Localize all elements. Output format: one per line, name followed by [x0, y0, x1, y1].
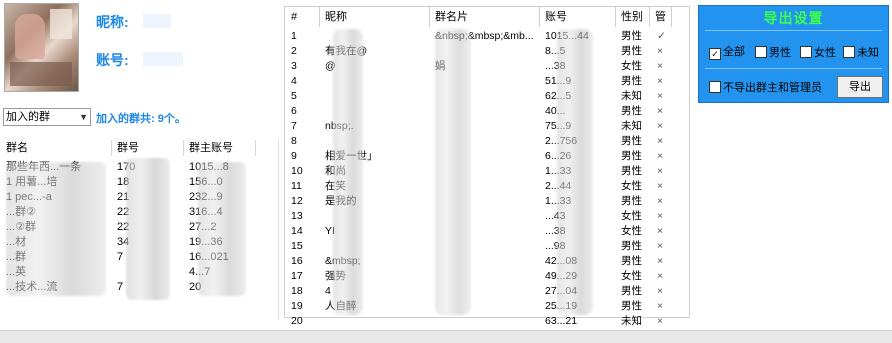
member-i-cell: 10 — [291, 165, 303, 177]
group-type-select[interactable]: 加入的群 ▼ — [3, 108, 91, 126]
member-i-cell: 18 — [291, 285, 303, 297]
nickname-label: 昵称: — [96, 14, 129, 30]
member-admin-cell: ✓ — [657, 30, 666, 42]
member-i-cell: 11 — [291, 180, 302, 192]
member-sex-cell: 男性 — [621, 300, 642, 312]
group-table[interactable]: 群名 群号 群主账号 那些年西...一条1701015...81 用薯...培1… — [0, 140, 279, 320]
member-acct-cell: 63...21 — [545, 315, 578, 327]
member-i-cell: 7 — [291, 120, 297, 132]
member-sex-cell: 男性 — [621, 105, 642, 117]
status-bar — [0, 330, 892, 343]
member-i-cell: 19 — [291, 300, 303, 312]
avatar — [4, 3, 79, 92]
member-admin-cell: × — [657, 75, 664, 87]
member-i-cell: 16 — [291, 255, 303, 267]
chevron-down-icon: ▼ — [79, 112, 88, 122]
member-sex-cell: 男性 — [621, 30, 642, 42]
member-sex-cell: 女性 — [621, 210, 642, 222]
member-sex-cell: 女性 — [621, 60, 642, 72]
member-admin-cell: × — [657, 165, 664, 177]
export-settings-panel: 导出设置 ✓ 全部 男性 女性 未知 不导出群主和管理员 导出 — [698, 5, 889, 103]
member-admin-cell: × — [657, 135, 664, 147]
member-admin-cell: × — [657, 240, 664, 252]
member-sex-cell: 女性 — [621, 270, 642, 282]
member-sex-cell: 男性 — [621, 45, 642, 57]
group-count-text: 加入的群共: 9个。 — [96, 113, 186, 125]
account-label: 账号: — [96, 52, 129, 68]
member-table[interactable]: # 昵称 群名片 账号 性别 管 1&nbsp;&mbsp;&mb...1015… — [284, 6, 690, 327]
member-admin-cell: × — [657, 90, 664, 102]
export-button[interactable]: 导出 — [837, 76, 883, 98]
member-table-header-account[interactable]: 账号 — [545, 7, 567, 27]
member-table-header-admin[interactable]: 管 — [655, 7, 666, 27]
group-table-header-number[interactable]: 群号 — [117, 140, 139, 156]
member-i-cell: 17 — [291, 270, 303, 282]
member-i-cell: 2 — [291, 45, 297, 57]
exclude-admins-checkbox[interactable]: 不导出群主和管理员 — [709, 81, 822, 95]
member-table-header-index[interactable]: # — [291, 7, 297, 27]
member-table-header-nickname[interactable]: 昵称 — [325, 7, 347, 27]
member-sex-cell: 未知 — [621, 315, 642, 327]
member-sex-cell: 男性 — [621, 165, 642, 177]
member-admin-cell: × — [657, 120, 664, 132]
blur-mask — [333, 29, 363, 315]
member-sex-cell: 男性 — [621, 195, 642, 207]
member-admin-cell: × — [657, 60, 664, 72]
filter-female-checkbox[interactable]: 女性 — [800, 46, 836, 60]
member-admin-cell: × — [657, 300, 664, 312]
member-i-cell: 12 — [291, 195, 303, 207]
member-sex-cell: 男性 — [621, 240, 642, 252]
member-i-cell: 13 — [291, 210, 303, 222]
blur-mask — [557, 29, 593, 315]
member-admin-cell: × — [657, 105, 664, 117]
member-i-cell: 9 — [291, 150, 297, 162]
nickname-value — [143, 14, 171, 28]
group-type-select-value: 加入的群 — [6, 111, 50, 123]
filter-unknown-checkbox[interactable]: 未知 — [843, 46, 879, 60]
group-table-header-name[interactable]: 群名 — [6, 140, 28, 156]
member-sex-cell: 女性 — [621, 225, 642, 237]
blur-mask — [198, 162, 246, 296]
member-i-cell: 4 — [291, 75, 297, 87]
member-table-header-sex[interactable]: 性别 — [621, 7, 643, 27]
member-sex-cell: 男性 — [621, 150, 642, 162]
member-sex-cell: 未知 — [621, 120, 642, 132]
blur-mask — [126, 158, 170, 300]
member-i-cell: 20 — [291, 315, 303, 327]
table-row[interactable]: 20 63...21 未知 × — [285, 314, 689, 329]
member-sex-cell: 男性 — [621, 255, 642, 267]
account-value — [143, 52, 183, 66]
member-admin-cell: × — [657, 255, 664, 267]
member-admin-cell: × — [657, 225, 664, 237]
member-sex-cell: 未知 — [621, 90, 642, 102]
export-settings-title: 导出设置 — [763, 10, 824, 26]
member-admin-cell: × — [657, 285, 664, 297]
member-table-header-card[interactable]: 群名片 — [435, 7, 468, 27]
member-sex-cell: 男性 — [621, 75, 642, 87]
member-i-cell: 8 — [291, 135, 297, 147]
member-admin-cell: × — [657, 150, 664, 162]
member-i-cell: 5 — [291, 90, 297, 102]
checkbox-checked-icon: ✓ — [709, 48, 721, 60]
member-i-cell: 14 — [291, 225, 303, 237]
member-admin-cell: × — [657, 270, 664, 282]
filter-all-checkbox[interactable]: ✓ 全部 — [709, 46, 745, 60]
member-sex-cell: 女性 — [621, 180, 642, 192]
member-i-cell: 1 — [291, 30, 297, 42]
member-i-cell: 3 — [291, 60, 297, 72]
member-i-cell: 15 — [291, 240, 303, 252]
member-i-cell: 6 — [291, 105, 297, 117]
member-sex-cell: 男性 — [621, 135, 642, 147]
member-sex-cell: 男性 — [621, 285, 642, 297]
member-admin-cell: × — [657, 315, 664, 327]
group-table-header-owner[interactable]: 群主账号 — [189, 140, 233, 156]
blur-mask — [6, 162, 106, 296]
member-admin-cell: × — [657, 210, 664, 222]
member-admin-cell: × — [657, 45, 664, 57]
member-admin-cell: × — [657, 180, 664, 192]
blur-mask — [435, 29, 471, 315]
member-admin-cell: × — [657, 195, 664, 207]
filter-male-checkbox[interactable]: 男性 — [755, 46, 791, 60]
